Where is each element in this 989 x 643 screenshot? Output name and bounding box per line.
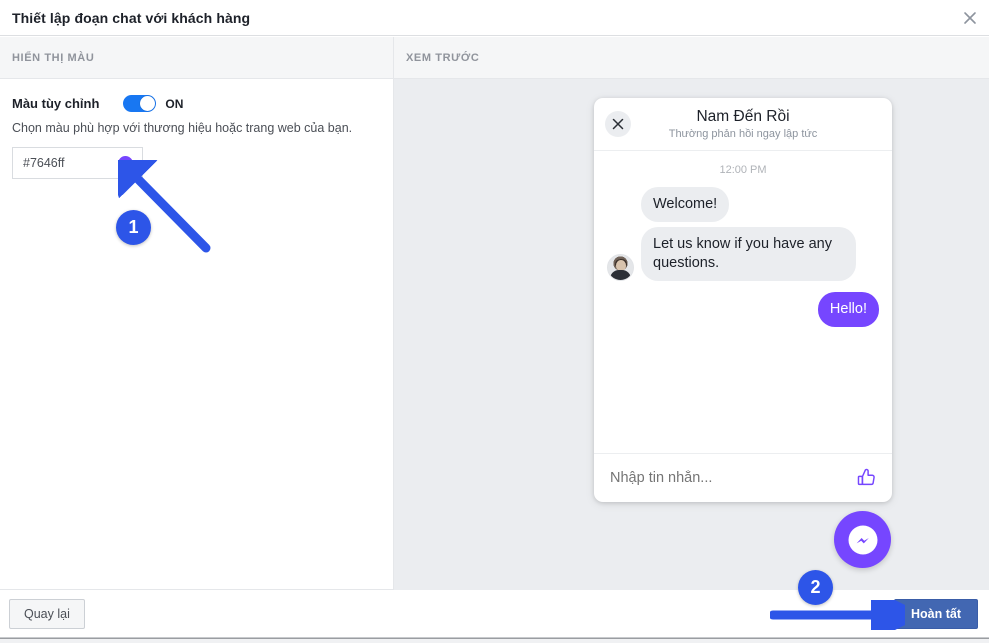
dialog-footer: Quay lại Hoàn tất [0,590,989,638]
chat-close-icon[interactable] [605,111,631,137]
bottom-strip [0,638,989,643]
left-section-header: HIỂN THỊ MÀU [0,37,394,79]
avatar-body [610,270,631,280]
back-button[interactable]: Quay lại [9,599,85,629]
close-icon[interactable] [961,9,979,27]
message-bubble-outgoing: Hello! [817,292,879,327]
dialog-titlebar: Thiết lập đoạn chat với khách hàng [0,0,989,36]
message-row: Welcome! [594,187,892,222]
chat-response-time: Thường phản hồi ngay lập tức [668,127,818,140]
chat-timestamp: 12:00 PM [719,164,767,176]
annotation-badge-two: 2 [798,570,833,605]
chat-message-list: 12:00 PM Welcome! Let us know if you hav… [594,151,892,453]
annotation-badge-one: 1 [116,210,151,245]
chat-preview-panel: Nam Đến Rồi Thường phản hồi ngay lập tức… [394,79,989,590]
done-button[interactable]: Hoàn tất [894,599,978,629]
chat-setup-dialog: Thiết lập đoạn chat với khách hàng HIỂN … [0,0,989,643]
avatar [607,254,634,281]
color-input-field[interactable]: #7646ff [12,147,143,179]
toggle-knob [140,96,156,111]
message-row: Let us know if you have any questions. [594,227,892,281]
custom-color-label: Màu tùy chỉnh [12,96,100,111]
right-section-header: XEM TRƯỚC [394,37,989,79]
chat-input-bar [594,453,892,502]
chat-message-input[interactable] [608,469,856,487]
color-swatch[interactable] [118,155,133,171]
message-row: Hello! [594,292,892,327]
left-section-header-label: HIỂN THỊ MÀU [12,51,95,64]
chat-page-name: Nam Đến Rồi [696,107,790,125]
messenger-logo-icon[interactable] [834,511,891,568]
message-bubble-incoming: Welcome! [641,187,730,222]
custom-color-row: Màu tùy chỉnh ON [12,95,393,112]
page-title: Thiết lập đoạn chat với khách hàng [12,9,251,26]
color-helper-text: Chọn màu phù hợp với thương hiệu hoặc tr… [12,121,353,135]
thumbs-up-icon[interactable] [856,467,878,489]
color-settings-panel: Màu tùy chỉnh ON Chọn màu phù hợp với th… [0,79,394,590]
color-value-text: #7646ff [23,156,65,170]
custom-color-toggle[interactable] [123,95,157,112]
right-section-header-label: XEM TRƯỚC [406,51,480,64]
chat-widget-card: Nam Đến Rồi Thường phản hồi ngay lập tức… [594,98,892,502]
toggle-state-label: ON [165,96,184,111]
message-bubble-incoming: Let us know if you have any questions. [641,227,856,281]
chat-widget-header: Nam Đến Rồi Thường phản hồi ngay lập tức [594,98,892,151]
